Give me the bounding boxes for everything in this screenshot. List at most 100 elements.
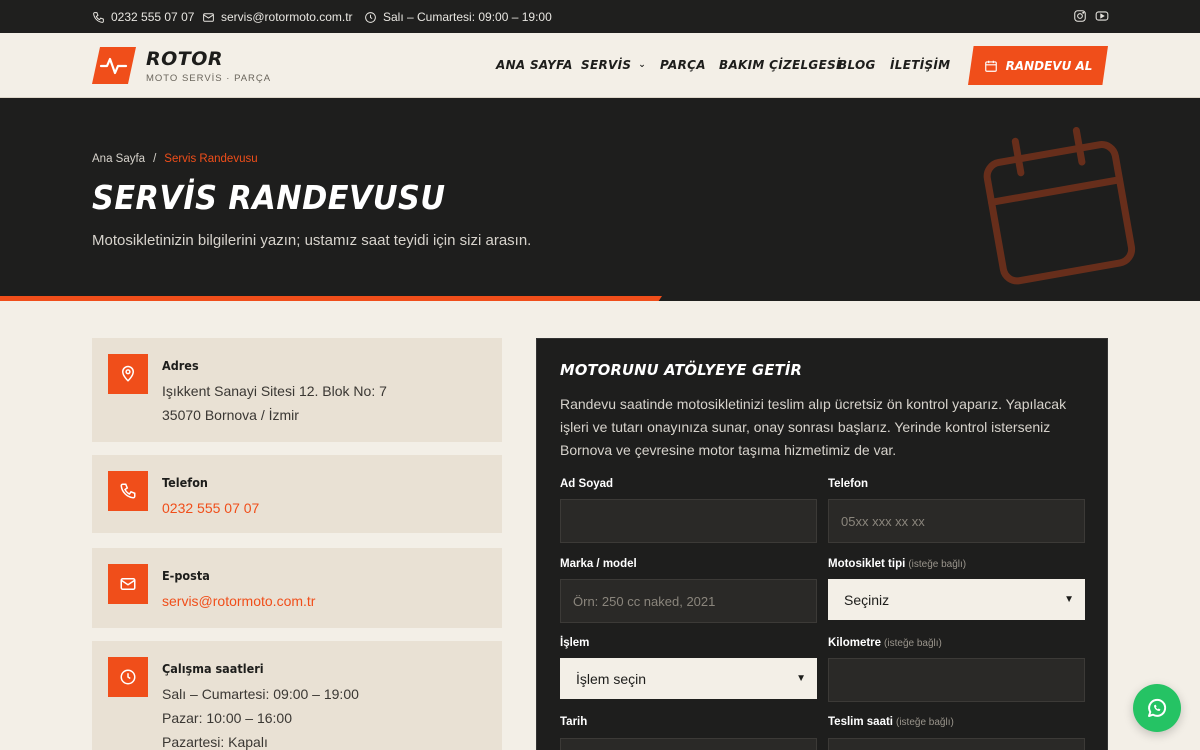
email-title: E-posta (162, 568, 210, 583)
type-optional-tag: (isteğe bağlı) (908, 559, 967, 570)
address-line-2: 35070 Bornova / İzmir (162, 407, 299, 423)
hours-line-3: Pazartesi: Kapalı (162, 734, 268, 750)
logo-pulse-icon[interactable] (92, 47, 136, 84)
type-label-text: Motosiklet tipi (828, 558, 906, 570)
topbar-hours-text: Salı – Cumartesi: 09:00 – 19:00 (383, 10, 552, 24)
calendar-decoration-icon (983, 127, 1136, 285)
hours-icon-box (108, 657, 148, 697)
appointment-button-label: RANDEVU AL (1005, 58, 1093, 73)
nav-maintenance-label: BAKIM ÇİZELGESİ (719, 58, 841, 72)
km-label-text: Kilometre (828, 637, 882, 649)
address-icon-box (108, 354, 148, 394)
hero-accent-bar (0, 296, 662, 301)
nav-home-label: ANA SAYFA (496, 58, 573, 72)
nav-service-label: SERVİS (581, 58, 632, 72)
email-link[interactable]: servis@rotormoto.com.tr (162, 593, 315, 609)
hours-title: Çalışma saatleri (162, 661, 264, 676)
phone-icon-box (108, 471, 148, 511)
topbar-email[interactable]: servis@rotormoto.com.tr (202, 10, 353, 24)
nav-home[interactable]: ANA SAYFA (496, 58, 573, 72)
phone-link[interactable]: 0232 555 07 07 (162, 500, 259, 516)
topbar-phone[interactable]: 0232 555 07 07 (92, 10, 194, 24)
topbar-hours: Salı – Cumartesi: 09:00 – 19:00 (364, 10, 552, 24)
chevron-down-icon: ⌄ (638, 60, 647, 70)
phone-label-text: Telefon (828, 478, 869, 490)
page-title: SERVİS RANDEVUSU (92, 178, 446, 217)
page-hero: Ana Sayfa / Servis Randevusu SERVİS RAND… (0, 98, 1200, 301)
mail-icon (203, 12, 214, 22)
date-label-text: Tarih (560, 716, 588, 728)
model-label: Marka / model (560, 558, 637, 570)
km-input[interactable] (828, 658, 1085, 702)
phone-icon (93, 11, 104, 23)
hours-line-1: Salı – Cumartesi: 09:00 – 19:00 (162, 686, 359, 702)
whatsapp-icon (1148, 698, 1167, 717)
hours-card: Çalışma saatleri Salı – Cumartesi: 09:00… (92, 641, 502, 750)
time-label: Teslim saati (isteğe bağlı) (828, 716, 954, 728)
name-label: Ad Soyad (560, 478, 613, 490)
mail-icon (120, 578, 136, 590)
breadcrumb: Ana Sayfa / Servis Randevusu (92, 153, 258, 165)
type-select-value: Seçiniz (844, 591, 890, 608)
time-optional-tag: (isteğe bağlı) (896, 717, 954, 728)
hours-line-2: Pazar: 10:00 – 16:00 (162, 710, 292, 726)
nav-contact[interactable]: İLETİŞİM (890, 58, 950, 72)
km-optional-tag: (isteğe bağlı) (884, 638, 942, 649)
nav-contact-label: İLETİŞİM (890, 58, 951, 72)
address-card: Adres Işıkkent Sanayi Sitesi 12. Blok No… (92, 338, 502, 442)
logo-tagline: MOTO SERVİS · PARÇA (146, 73, 272, 84)
phone-label: Telefon (828, 478, 868, 490)
model-input[interactable]: Örn: 250 cc naked, 2021 (560, 579, 817, 623)
form-intro: Randevu saatinde motosikletinizi teslim … (560, 396, 1067, 458)
nav-maintenance[interactable]: BAKIM ÇİZELGESİ (719, 58, 841, 72)
address-title: Adres (162, 358, 199, 373)
appointment-button[interactable]: RANDEVU AL (968, 46, 1108, 85)
name-input[interactable] (560, 499, 817, 543)
date-input[interactable] (560, 738, 817, 750)
chevron-down-icon: ▼ (1064, 594, 1074, 605)
top-bar: 0232 555 07 07 servis@rotormoto.com.tr S… (0, 0, 1200, 33)
date-label: Tarih (560, 716, 587, 728)
service-select-value: İşlem seçin (576, 670, 647, 687)
time-label-text: Teslim saati (828, 716, 893, 728)
breadcrumb-current: Servis Randevusu (164, 153, 258, 165)
nav-blog-label: BLOG (838, 58, 876, 72)
phone-title: Telefon (162, 475, 208, 490)
clock-icon (365, 11, 376, 23)
service-select[interactable]: İşlem seçin ▼ (560, 658, 817, 699)
service-label: İşlem (560, 637, 589, 649)
appointment-form-panel: MOTORUNU ATÖLYEYE GETİR Randevu saatinde… (536, 338, 1108, 750)
service-label-text: İşlem (560, 637, 590, 649)
nav-service[interactable]: SERVİS ⌄ (581, 58, 646, 72)
type-label: Motosiklet tipi (isteğe bağlı) (828, 558, 966, 570)
site-header: ROTOR MOTO SERVİS · PARÇA ANA SAYFA SERV… (0, 33, 1200, 98)
km-label: Kilometre (isteğe bağlı) (828, 637, 942, 649)
nav-blog[interactable]: BLOG (838, 58, 876, 72)
page-subtitle: Motosikletinizin bilgilerini yazın; usta… (92, 232, 532, 249)
topbar-email-text: servis@rotormoto.com.tr (221, 10, 353, 24)
calendar-icon (984, 60, 997, 72)
email-icon-box (108, 564, 148, 604)
topbar-phone-text: 0232 555 07 07 (111, 10, 195, 24)
name-label-text: Ad Soyad (560, 478, 614, 490)
clock-icon (120, 669, 136, 685)
nav-parts[interactable]: PARÇA (660, 58, 706, 72)
nav-parts-label: PARÇA (660, 58, 706, 72)
time-input[interactable] (828, 738, 1085, 750)
map-pin-icon (121, 365, 135, 382)
address-line-1: Işıkkent Sanayi Sitesi 12. Blok No: 7 (162, 383, 387, 399)
model-label-text: Marka / model (560, 558, 637, 570)
phone-input[interactable]: 05xx xxx xx xx (828, 499, 1085, 543)
form-title: MOTORUNU ATÖLYEYE GETİR (560, 361, 803, 379)
phone-card: Telefon 0232 555 07 07 (92, 455, 502, 533)
email-card: E-posta servis@rotormoto.com.tr (92, 548, 502, 628)
breadcrumb-home[interactable]: Ana Sayfa (92, 153, 145, 165)
logo-title[interactable]: ROTOR (146, 48, 223, 70)
whatsapp-button[interactable] (1133, 684, 1181, 732)
youtube-icon[interactable] (1095, 9, 1109, 23)
phone-icon (120, 483, 136, 499)
type-select[interactable]: Seçiniz ▼ (828, 579, 1085, 620)
breadcrumb-separator: / (153, 153, 157, 165)
instagram-icon[interactable] (1073, 9, 1087, 23)
chevron-down-icon: ▼ (796, 673, 806, 684)
